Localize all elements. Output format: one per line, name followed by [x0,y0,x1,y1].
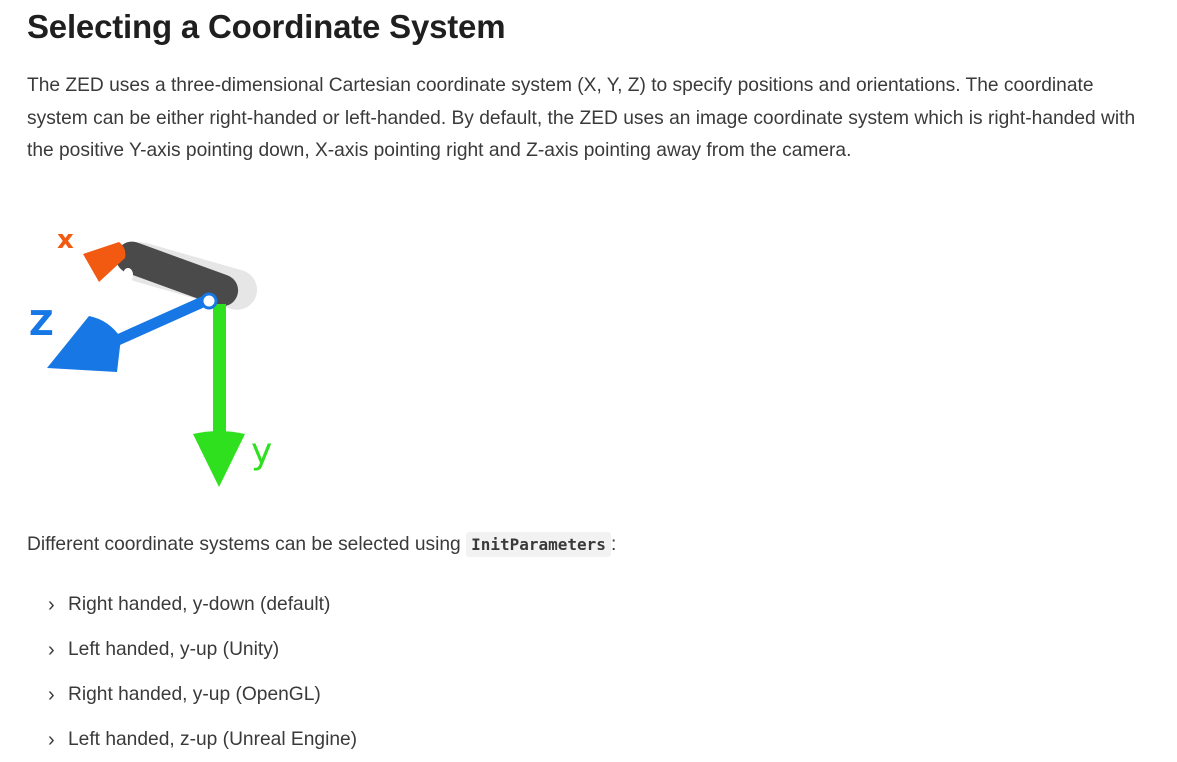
y-axis-shaft [213,304,226,440]
option-label: Right handed, y-up (OpenGL) [68,683,321,705]
x-axis-arrow [83,242,126,282]
option-item: › Left handed, y-up (Unity) [27,627,357,672]
z-axis-label: Z [29,304,54,344]
z-axis-shaft [105,294,213,349]
x-axis-label: x [57,225,74,255]
coordinate-system-diagram: x y Z [27,212,277,497]
z-axis-arrow [47,316,121,372]
chevron-right-icon: › [48,593,55,616]
init-parameters-code: InitParameters [466,532,611,557]
y-axis-label: y [251,431,272,472]
option-item: › Right handed, y-down (default) [27,582,357,627]
chevron-right-icon: › [48,638,55,661]
option-item: › Left handed, z-up (Unreal Engine) [27,717,357,762]
option-label: Left handed, y-up (Unity) [68,638,280,660]
coordinate-options-list: › Right handed, y-down (default) › Left … [27,582,357,762]
intro-paragraph: The ZED uses a three-dimensional Cartesi… [27,75,1136,161]
selection-suffix: : [610,534,617,555]
option-label: Left handed, z-up (Unreal Engine) [68,728,358,750]
section-heading: Selecting a Coordinate System [27,8,506,45]
y-axis-arrow [193,431,245,487]
option-item: › Right handed, y-up (OpenGL) [27,672,357,717]
chevron-right-icon: › [48,683,55,706]
camera-left-lens [123,268,133,282]
selection-sentence: Different coordinate systems can be sele… [27,530,616,560]
option-label: Right handed, y-down (default) [68,593,331,615]
origin-lens [200,292,218,310]
selection-prefix: Different coordinate systems can be sele… [27,534,467,555]
